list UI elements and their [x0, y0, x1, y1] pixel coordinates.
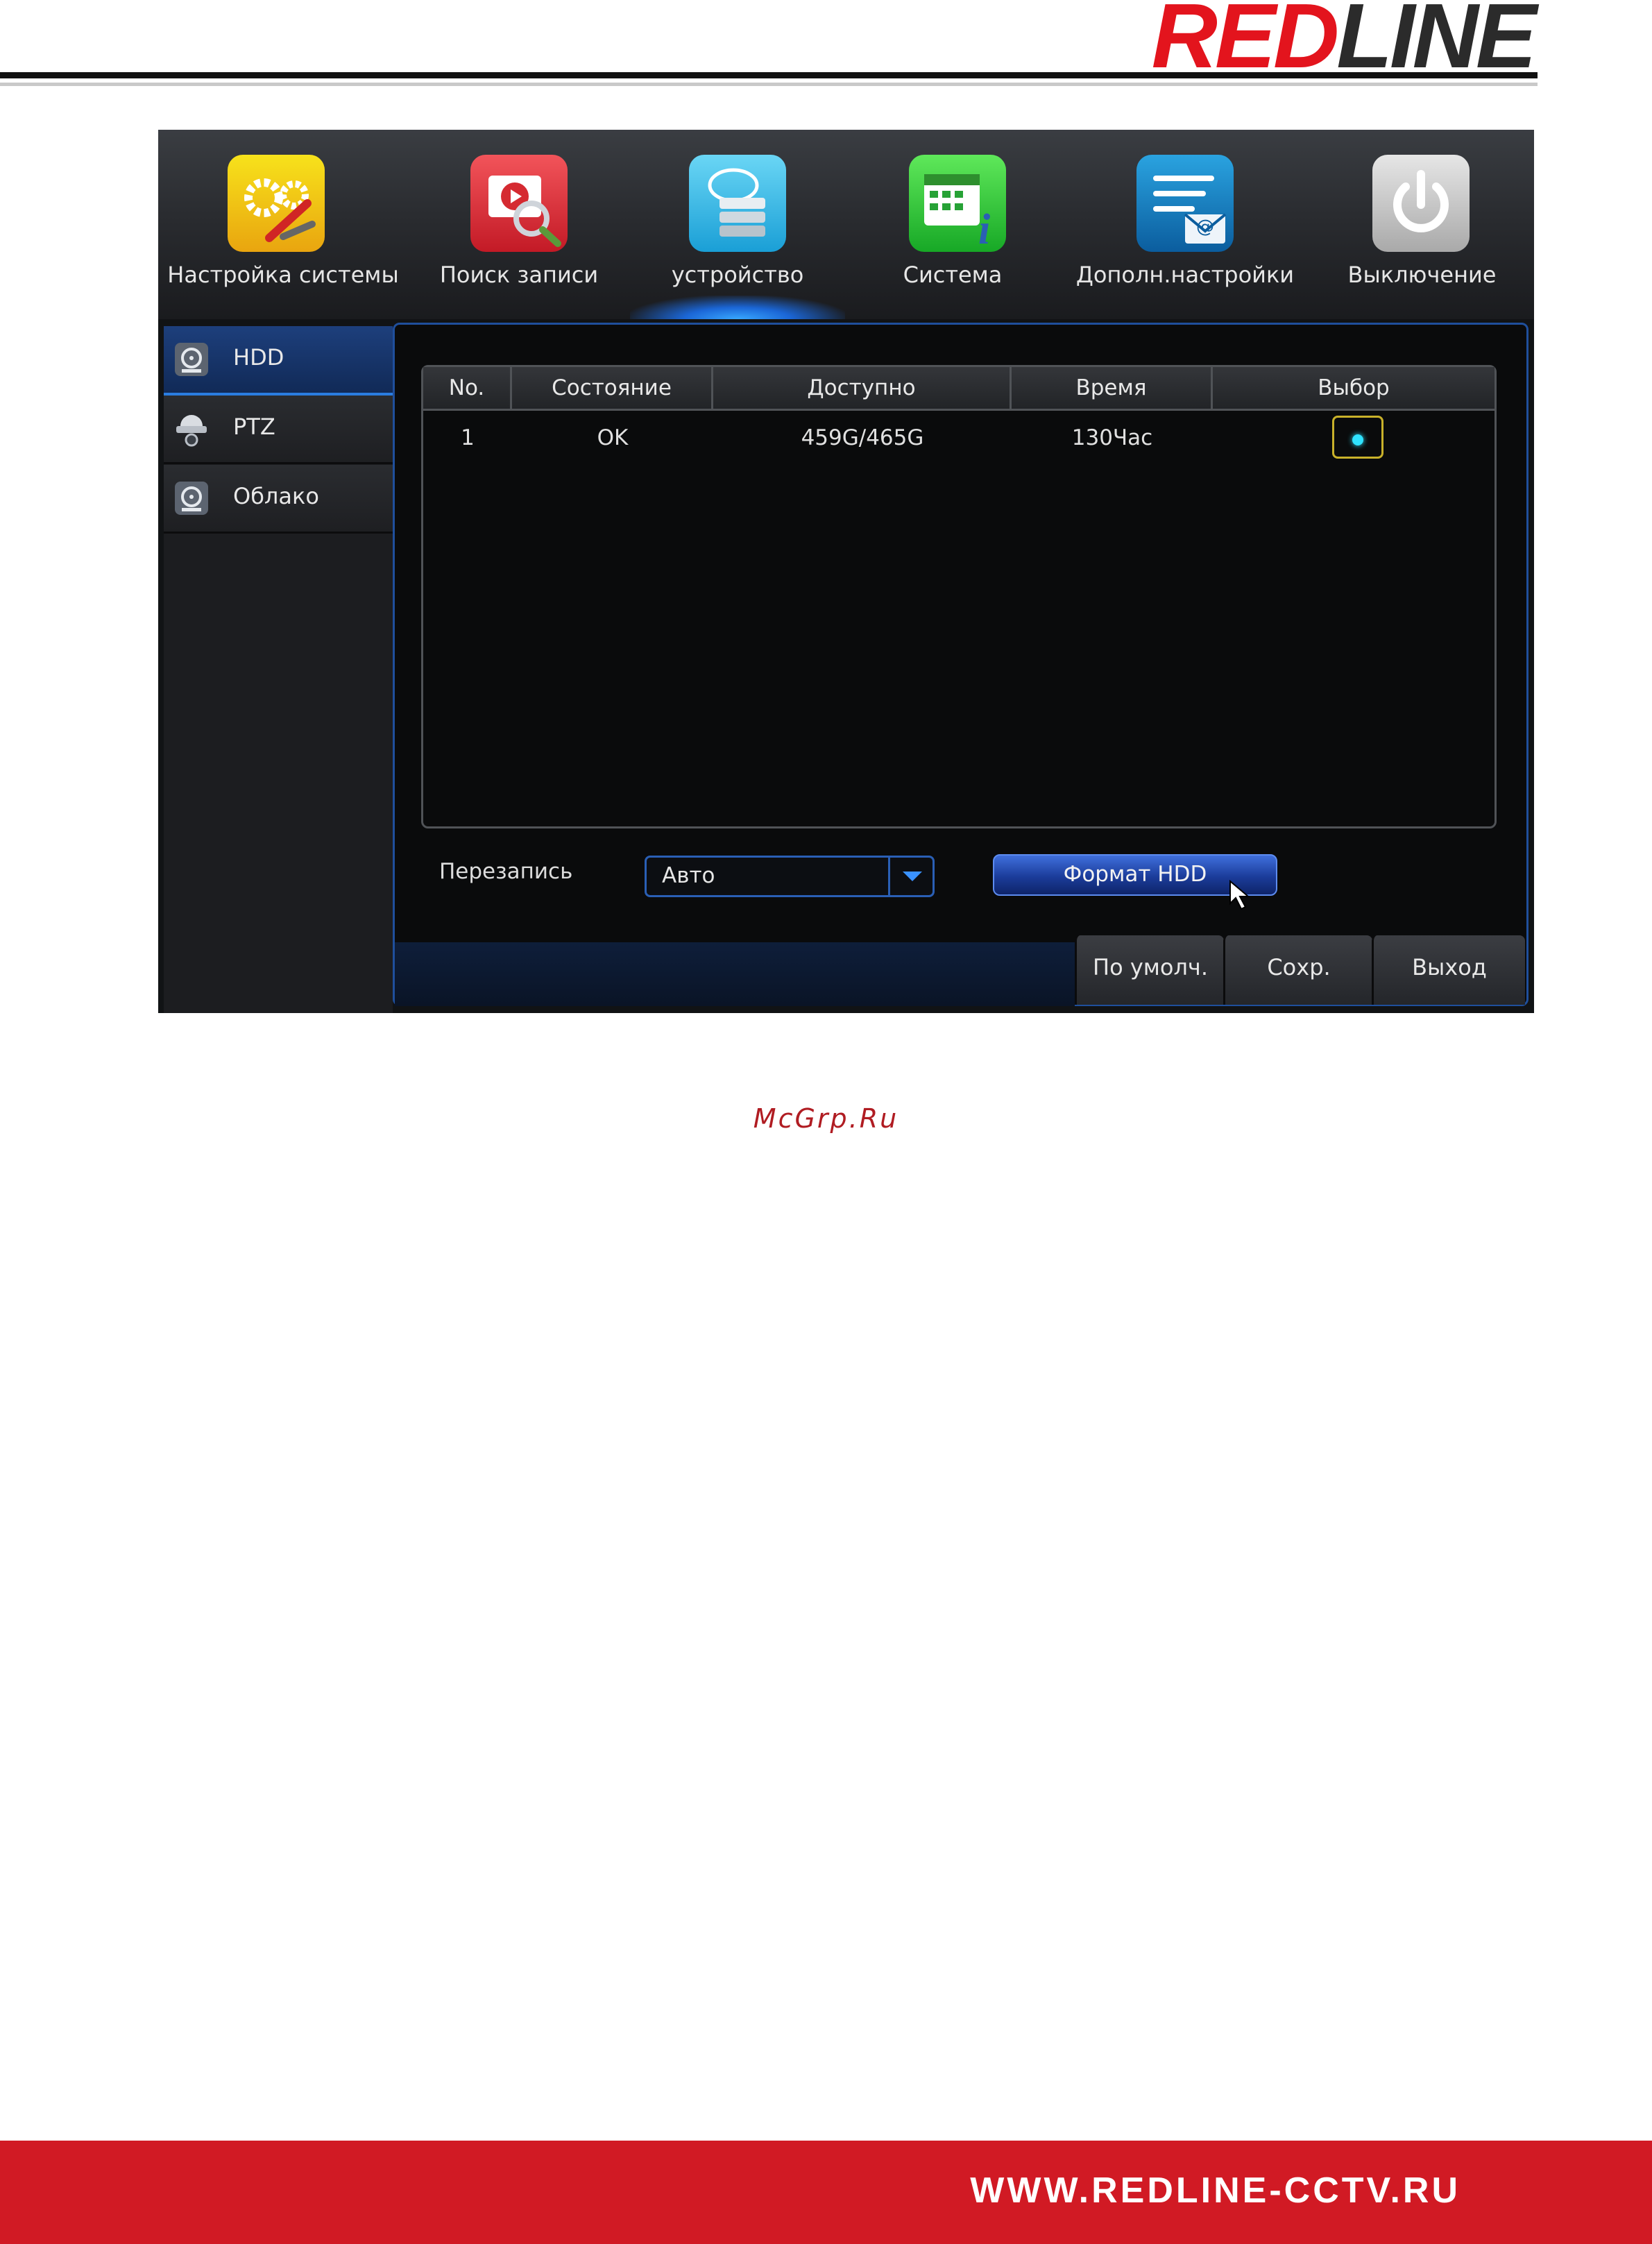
header-rule — [0, 72, 1538, 78]
side-item-ptz[interactable]: PTZ — [164, 396, 393, 464]
cell-available: 459G/465G — [801, 425, 924, 450]
video-search-icon — [470, 155, 568, 252]
active-tab-glow — [630, 296, 845, 319]
svg-text:@: @ — [1196, 216, 1214, 237]
overwrite-label: Перезапись — [439, 859, 573, 884]
col-time: Время — [1012, 367, 1213, 409]
menu-device[interactable]: устройство — [630, 130, 845, 319]
col-state: Состояние — [512, 367, 713, 409]
selected-dot — [1352, 434, 1363, 445]
gears-icon — [228, 155, 325, 252]
footer-band: WWW.REDLINE-CCTV.RU — [0, 2141, 1652, 2244]
redline-logo: REDLINE — [1152, 0, 1537, 82]
cloud-drive-icon — [173, 480, 210, 516]
menu-label: Выключение — [1347, 262, 1497, 288]
col-available: Доступно — [713, 367, 1012, 409]
menu-shutdown[interactable]: Выключение — [1310, 130, 1534, 319]
col-no: No. — [423, 367, 512, 409]
main-menu-bar: Настройка системы Поиск записи устройств… — [158, 130, 1534, 319]
menu-record-search[interactable]: Поиск записи — [408, 130, 630, 319]
default-button[interactable]: По умолч. — [1075, 935, 1224, 1005]
side-menu: HDD PTZ Облако — [164, 326, 393, 1013]
watermark: McGrp.Ru — [753, 1103, 899, 1134]
side-item-cloud[interactable]: Облако — [164, 465, 393, 534]
menu-label: Дополн.настройки — [1075, 262, 1295, 288]
storage-device-icon — [689, 155, 786, 252]
chevron-down-icon[interactable] — [888, 858, 933, 895]
select-checkbox[interactable] — [1332, 416, 1383, 459]
table-header: No. Состояние Доступно Время Выбор — [423, 367, 1495, 411]
exit-button[interactable]: Выход — [1372, 935, 1525, 1005]
menu-label: Система — [903, 262, 1003, 288]
hdd-table: No. Состояние Доступно Время Выбор 1 OK … — [421, 365, 1497, 828]
footer-url[interactable]: WWW.REDLINE-CCTV.RU — [970, 2170, 1461, 2211]
menu-label: Настройка системы — [167, 262, 399, 288]
side-item-label: Облако — [233, 483, 319, 509]
cell-time: 130Час — [1071, 425, 1153, 450]
side-item-label: PTZ — [233, 414, 275, 440]
menu-label: устройство — [671, 262, 804, 288]
hdd-icon — [173, 341, 210, 377]
header-rule-shadow — [0, 83, 1538, 86]
save-button[interactable]: Сохр. — [1223, 935, 1372, 1005]
cell-state: OK — [597, 425, 629, 450]
power-icon — [1372, 155, 1470, 252]
ptz-camera-icon — [173, 411, 210, 447]
menu-label: Поиск записи — [439, 262, 599, 288]
col-select: Выбор — [1318, 375, 1390, 400]
status-strip — [395, 942, 1075, 1006]
cell-no: 1 — [461, 425, 475, 450]
calendar-info-icon: i — [909, 155, 1006, 253]
menu-system-settings[interactable]: Настройка системы — [158, 130, 408, 319]
menu-advanced-settings[interactable]: @ Дополн.настройки — [1060, 130, 1310, 319]
side-item-hdd[interactable]: HDD — [164, 326, 393, 396]
menu-system-info[interactable]: i Система — [845, 130, 1060, 319]
dvr-screen: Настройка системы Поиск записи устройств… — [158, 130, 1534, 1013]
hdd-panel: No. Состояние Доступно Время Выбор 1 OK … — [393, 323, 1528, 1006]
svg-text:i: i — [978, 206, 990, 252]
mouse-cursor-icon — [1227, 879, 1255, 910]
list-mail-icon: @ — [1136, 155, 1234, 252]
overwrite-value: Авто — [662, 863, 715, 888]
side-item-label: HDD — [233, 344, 284, 371]
overwrite-select[interactable]: Авто — [645, 856, 935, 897]
